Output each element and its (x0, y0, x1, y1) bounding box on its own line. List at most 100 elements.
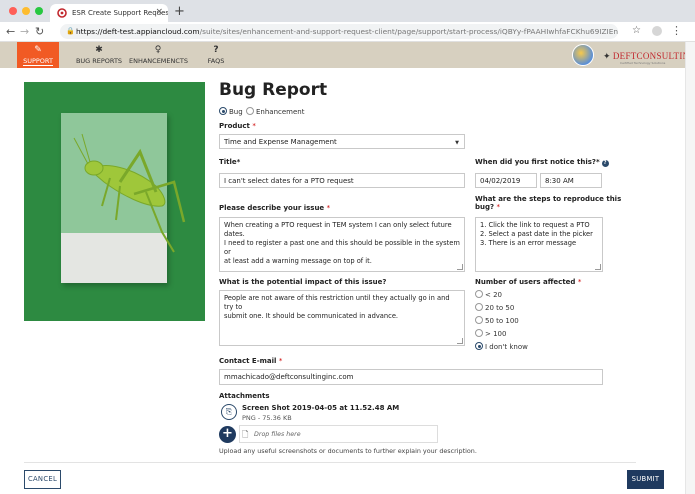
page-title: Bug Report (219, 80, 328, 100)
tab-title: ESR Create Support Request - (72, 9, 168, 17)
user-avatar[interactable] (572, 44, 594, 66)
first-notice-label-text: When did you first notice this?* (475, 158, 600, 166)
question-icon: ? (213, 45, 219, 55)
cancel-button[interactable]: CANCEL (24, 470, 61, 489)
date-input[interactable]: 04/02/2019 (475, 173, 537, 188)
nav-enhancements[interactable]: ♀ ENHANCEMENCTS (129, 42, 189, 68)
tab-close-icon[interactable]: × (155, 7, 163, 17)
window-maximize-dot[interactable] (35, 7, 43, 15)
nav-bug-reports[interactable]: ✱ BUG REPORTS (74, 42, 124, 68)
time-input[interactable]: 8:30 AM (540, 173, 602, 188)
product-value: Time and Expense Management (224, 138, 337, 146)
steps-label-line2: bug? (475, 203, 495, 211)
radio-label: Enhancement (256, 108, 305, 116)
radio-bug[interactable]: Bug (219, 107, 243, 116)
product-label-text: Product (219, 122, 250, 130)
title-label: Title* (219, 158, 241, 166)
window-close-dot[interactable] (9, 7, 17, 15)
radio-label: I don't know (485, 343, 528, 351)
attachment-file-icon: ⎘ (221, 404, 237, 420)
radio-users-50-100[interactable]: 50 to 100 (475, 316, 519, 325)
forward-icon[interactable]: → (20, 25, 29, 38)
radio-label: < 20 (485, 291, 502, 299)
window-minimize-dot[interactable] (22, 7, 30, 15)
radio-users-20-50[interactable]: 20 to 50 (475, 303, 514, 312)
radio-label: Bug (229, 108, 243, 116)
file-dropzone[interactable]: 🗋 Drop files here (239, 425, 438, 443)
reload-icon[interactable]: ↻ (35, 25, 44, 38)
radio-unselected-icon (475, 303, 483, 311)
radio-users-unknown[interactable]: I don't know (475, 342, 528, 351)
required-mark: * (577, 278, 582, 286)
back-icon[interactable]: ← (6, 25, 15, 38)
attachment-file-name[interactable]: Screen Shot 2019-04-05 at 11.52.48 AM (242, 404, 399, 412)
radio-label: 20 to 50 (485, 304, 515, 312)
impact-label: What is the potential impact of this iss… (219, 278, 387, 286)
radio-unselected-icon (246, 107, 254, 115)
attachment-file-meta: PNG - 75.36 KB (242, 414, 292, 422)
nav-label: FAQS (207, 57, 225, 65)
email-input[interactable]: mmachicado@deftconsultinginc.com (219, 369, 603, 385)
browser-menu-icon[interactable]: ⋮ (671, 24, 682, 37)
page-scrollbar[interactable] (685, 42, 695, 494)
browser-tab[interactable]: ESR Create Support Request - × (50, 4, 168, 22)
lightbulb-icon: ♀ (154, 45, 162, 55)
radio-enhancement[interactable]: Enhancement (246, 107, 304, 116)
address-bar[interactable]: 🔒 https://deft-test.appiancloud.com/suit… (60, 24, 618, 39)
attachments-hint: Upload any useful screenshots or documen… (219, 447, 477, 455)
radio-label: 50 to 100 (485, 317, 519, 325)
nav-faqs[interactable]: ? FAQS (199, 42, 233, 68)
radio-users-gt100[interactable]: > 100 (475, 329, 506, 338)
logo-mark-icon: ✦ (603, 51, 611, 61)
url-host: https://deft-test.appiancloud.com (76, 27, 200, 36)
app-header: ✎ SUPPORT ✱ BUG REPORTS ♀ ENHANCEMENCTS … (0, 42, 695, 68)
browser-tab-strip: ESR Create Support Request - × + (0, 0, 695, 22)
email-label-text: Contact E-mail (219, 357, 277, 365)
radio-unselected-icon (475, 329, 483, 337)
lock-icon: 🔒 (66, 27, 75, 35)
impact-textarea[interactable]: People are not aware of this restriction… (219, 290, 465, 346)
browser-toolbar: ← → ↻ 🔒 https://deft-test.appiancloud.co… (0, 22, 695, 42)
users-affected-label-text: Number of users affected (475, 278, 576, 286)
issue-label-text: Please describe your issue (219, 204, 325, 212)
title-input[interactable]: I can't select dates for a PTO request (219, 173, 465, 188)
radio-label: > 100 (485, 330, 507, 338)
radio-unselected-icon (475, 316, 483, 324)
first-notice-label: When did you first notice this?*? (475, 158, 609, 167)
issue-textarea[interactable]: When creating a PTO request in TEM syste… (219, 217, 465, 272)
url-path: /suite/sites/enhancement-and-support-req… (199, 27, 618, 36)
radio-users-lt20[interactable]: < 20 (475, 290, 502, 299)
steps-label-line1: What are the steps to reproduce this (475, 195, 622, 203)
logo-tagline: Certified Technology Solutions (620, 61, 666, 65)
required-mark: * (278, 357, 283, 365)
nav-label: SUPPORT (23, 57, 53, 66)
steps-label: What are the steps to reproduce this bug… (475, 195, 621, 211)
radio-selected-icon (475, 342, 483, 350)
email-label: Contact E-mail * (219, 357, 282, 365)
bookmark-star-icon[interactable]: ☆ (632, 25, 641, 36)
grasshopper-icon (73, 133, 186, 253)
nav-support[interactable]: ✎ SUPPORT (17, 42, 59, 68)
steps-textarea[interactable]: 1. Click the link to request a PTO 2. Se… (475, 217, 603, 272)
chevron-down-icon: ▼ (455, 140, 459, 146)
footer-divider (24, 462, 636, 463)
product-label: Product * (219, 122, 256, 130)
product-select[interactable]: Time and Expense Management ▼ (219, 134, 465, 149)
tab-favicon-icon (57, 8, 67, 18)
nav-label: BUG REPORTS (75, 57, 123, 65)
bug-icon: ✱ (95, 45, 103, 55)
radio-unselected-icon (475, 290, 483, 298)
profile-icon[interactable] (652, 26, 662, 36)
submit-button[interactable]: SUBMIT (627, 470, 664, 489)
new-tab-icon[interactable]: + (174, 4, 185, 19)
nav-label: ENHANCEMENCTS (129, 57, 189, 65)
dropzone-placeholder: Drop files here (254, 431, 301, 438)
required-mark: * (252, 122, 256, 130)
attachments-label: Attachments (219, 392, 270, 400)
add-attachment-button[interactable]: + (219, 426, 236, 443)
help-icon[interactable]: ? (601, 160, 609, 167)
upload-file-icon: 🗋 (242, 430, 249, 439)
logo-text: DEFTCONSULTING (612, 51, 695, 61)
users-affected-label: Number of users affected * (475, 278, 581, 286)
grasshopper-illustration (24, 82, 205, 321)
